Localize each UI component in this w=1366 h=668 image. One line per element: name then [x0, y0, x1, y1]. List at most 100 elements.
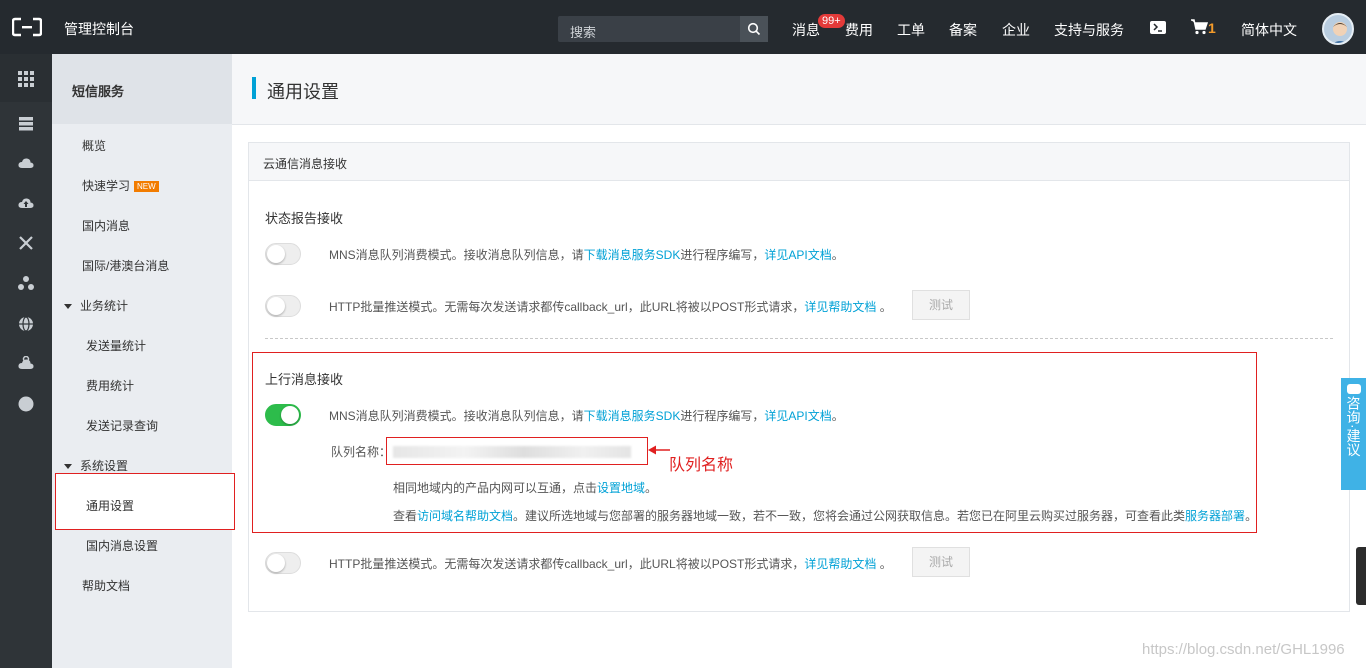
- sidebar-item-quick-start[interactable]: 快速学习 NEW: [82, 177, 159, 194]
- nav-tickets[interactable]: 工单: [897, 20, 925, 40]
- status-http-toggle[interactable]: [265, 295, 301, 317]
- search-input[interactable]: 搜索: [570, 22, 596, 41]
- watermark: https://blog.csdn.net/GHL1996: [1142, 641, 1345, 658]
- domain-hint: 查看访问域名帮助文档。建议所选地域与您部署的服务器地域一致，若不一致，您将会通过…: [393, 507, 1257, 524]
- redacted-queue-name: [393, 446, 631, 458]
- cloud-icon[interactable]: [18, 157, 34, 169]
- sidebar-item-domestic-settings[interactable]: 国内消息设置: [86, 537, 158, 554]
- sidebar-group-settings[interactable]: 系统设置: [64, 457, 128, 474]
- caret-down-icon: [64, 304, 72, 310]
- annotation-arrow-icon: [648, 445, 670, 455]
- queue-name-field[interactable]: [386, 437, 648, 465]
- product-icon-rail: [0, 54, 52, 668]
- search-box[interactable]: 搜索: [558, 16, 768, 42]
- download-sdk-link[interactable]: 下载消息服务SDK: [584, 409, 681, 423]
- title-accent-bar: [252, 77, 256, 99]
- card-title: 云通信消息接收: [263, 157, 348, 171]
- sidebar-group-label: 业务统计: [80, 299, 129, 313]
- page-header: 通用设置: [232, 54, 1366, 125]
- sidebar-item-overview[interactable]: 概览: [82, 137, 106, 154]
- new-badge: NEW: [134, 181, 159, 192]
- upstream-title: 上行消息接收: [265, 372, 344, 387]
- messages-count-badge: 99+: [818, 14, 845, 28]
- toggle-knob: [281, 406, 299, 424]
- globe-icon[interactable]: [18, 316, 34, 332]
- status-report-title: 状态报告接收: [265, 211, 344, 226]
- console-title[interactable]: 管理控制台: [64, 19, 134, 39]
- language-switcher[interactable]: 简体中文: [1241, 20, 1297, 40]
- aliyun-logo-icon[interactable]: [12, 17, 42, 37]
- upstream-http-description: HTTP批量推送模式。无需每次发送请求都传callback_url，此URL将被…: [329, 555, 892, 572]
- section-divider: [265, 338, 1333, 339]
- queue-name-label: 队列名称：: [331, 445, 392, 459]
- help-docs-link[interactable]: 详见帮助文档: [804, 300, 876, 314]
- api-docs-link[interactable]: 详见API文档: [764, 248, 831, 262]
- server-deploy-link[interactable]: 服务器部署: [1185, 509, 1245, 523]
- search-icon: [747, 22, 761, 36]
- sidebar-group-label: 系统设置: [80, 459, 129, 473]
- upstream-http-toggle[interactable]: [265, 552, 301, 574]
- toggle-knob: [267, 554, 285, 572]
- api-docs-link[interactable]: 详见API文档: [764, 409, 831, 423]
- user-avatar[interactable]: [1322, 13, 1354, 45]
- status-mns-description: MNS消息队列消费模式。接收消息队列信息，请下载消息服务SDK进行程序编写，详见…: [329, 246, 844, 263]
- service-title: 短信服务: [72, 84, 125, 99]
- desc-text: 。: [876, 557, 892, 571]
- toggle-knob: [267, 245, 285, 263]
- sidebar-group-stats[interactable]: 业务统计: [64, 297, 128, 314]
- desc-text: 。: [1245, 509, 1258, 523]
- queue-name-annotation: 队列名称: [669, 457, 734, 474]
- domain-docs-link[interactable]: 访问域名帮助文档: [417, 509, 513, 523]
- all-products-button[interactable]: [0, 54, 52, 102]
- desc-text: 。: [645, 481, 658, 495]
- desc-text: HTTP批量推送模式。无需每次发送请求都传callback_url，此URL将被…: [329, 557, 805, 571]
- sidebar-item-fee-stats[interactable]: 费用统计: [86, 377, 134, 394]
- circle-icon[interactable]: [18, 396, 34, 412]
- desc-text: MNS消息队列消费模式。接收消息队列信息，请: [329, 409, 584, 423]
- grid-icon: [18, 71, 34, 87]
- cart-icon[interactable]: [1190, 19, 1208, 35]
- download-sdk-link[interactable]: 下载消息服务SDK: [584, 248, 681, 262]
- feedback-tab[interactable]: 咨询·建议: [1341, 378, 1366, 490]
- cloud-upload-icon[interactable]: [18, 197, 34, 209]
- sidebar-item-domestic[interactable]: 国内消息: [82, 217, 130, 234]
- nav-messages[interactable]: 消息: [792, 20, 820, 40]
- desc-text: HTTP批量推送模式。无需每次发送请求都传callback_url，此URL将被…: [329, 300, 805, 314]
- upstream-mns-description: MNS消息队列消费模式。接收消息队列信息，请下载消息服务SDK进行程序编写，详见…: [329, 407, 844, 424]
- status-http-description: HTTP批量推送模式。无需每次发送请求都传callback_url，此URL将被…: [329, 298, 892, 315]
- nav-icp[interactable]: 备案: [949, 20, 977, 40]
- desc-text: 。: [831, 248, 844, 262]
- sidebar-item-help-docs[interactable]: 帮助文档: [82, 577, 130, 594]
- avatar-face-icon: [1333, 22, 1347, 43]
- desc-text: 查看: [393, 509, 418, 523]
- side-widget-handle[interactable]: [1356, 547, 1366, 605]
- sidebar-item-general-settings[interactable]: 通用设置: [55, 473, 235, 530]
- nodes-icon[interactable]: [18, 276, 34, 290]
- top-navbar: 管理控制台 搜索 消息 99+ 费用 工单 备案 企业 支持与服务 1 简体中文: [0, 0, 1366, 54]
- desc-text: 。: [876, 300, 892, 314]
- sidebar-item-international[interactable]: 国际/港澳台消息: [82, 257, 169, 274]
- terminal-icon[interactable]: [1150, 21, 1166, 34]
- upstream-mns-toggle[interactable]: [265, 404, 301, 426]
- upstream-test-button[interactable]: 测试: [912, 547, 970, 577]
- nav-enterprise[interactable]: 企业: [1002, 20, 1030, 40]
- desc-text: 相同地域内的产品内网可以互通，点击: [393, 481, 598, 495]
- nav-billing[interactable]: 费用: [845, 20, 873, 40]
- toggle-knob: [267, 297, 285, 315]
- service-sidebar: 短信服务 概览 快速学习 NEW 国内消息 国际/港澳台消息 业务统计 发送量统计…: [52, 54, 232, 668]
- status-test-button[interactable]: 测试: [912, 290, 970, 320]
- help-docs-link[interactable]: 详见帮助文档: [804, 557, 876, 571]
- feedback-label: 咨询·建议: [1345, 396, 1362, 457]
- sidebar-item-send-records[interactable]: 发送记录查询: [86, 417, 158, 434]
- gear-cloud-icon[interactable]: [18, 356, 34, 370]
- sidebar-item-send-stats[interactable]: 发送量统计: [86, 337, 146, 354]
- set-region-link[interactable]: 设置地域: [597, 481, 645, 495]
- search-button[interactable]: [740, 16, 768, 42]
- region-hint: 相同地域内的产品内网可以互通，点击设置地域。: [393, 479, 657, 496]
- page-title: 通用设置: [267, 82, 339, 102]
- network-icon[interactable]: [18, 236, 34, 250]
- server-icon[interactable]: [18, 117, 34, 131]
- nav-support[interactable]: 支持与服务: [1054, 20, 1124, 40]
- cart-count[interactable]: 1: [1208, 20, 1216, 36]
- status-mns-toggle[interactable]: [265, 243, 301, 265]
